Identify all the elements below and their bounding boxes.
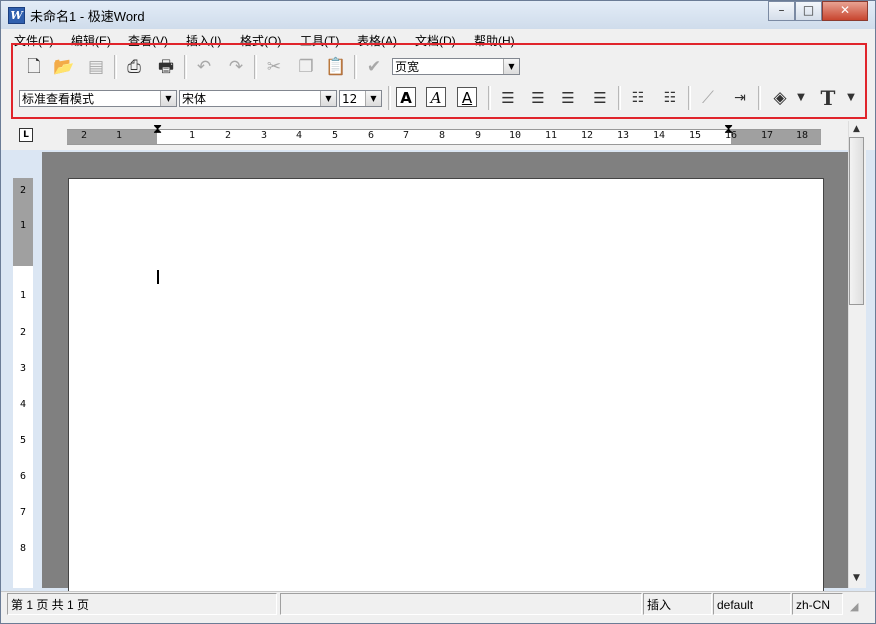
minimize-button[interactable]: – [768,1,795,21]
status-page-info: 第 1 页 共 1 页 [7,593,277,615]
ruler-label: 5 [332,130,339,141]
ruler-label: 8 [439,130,446,141]
status-insert-mode: 插入 [643,593,712,615]
ruler-label: 18 [796,130,809,141]
left-indent-marker[interactable]: ⧗ [153,122,162,137]
text-cursor [157,270,159,284]
ruler-label: 17 [761,130,774,141]
ruler-label: 2 [81,130,88,141]
toolbar-highlight-box [11,43,867,119]
ruler-label: 1 [20,290,27,301]
tab-stop-selector[interactable]: L [19,128,33,142]
ruler-label: 16 [725,130,738,141]
status-language: zh-CN [792,593,843,615]
ruler-label: 8 [20,543,27,554]
ruler-label: 4 [20,399,27,410]
document-page[interactable] [68,178,824,600]
ruler-label: 3 [261,130,268,141]
ruler-label: 12 [581,130,594,141]
ruler-label: 6 [20,471,27,482]
ruler-label: 5 [20,435,27,446]
window-title: 未命名1 - 极速Word [30,9,145,24]
maximize-button[interactable]: □ [795,1,822,21]
ruler-label: 1 [189,130,196,141]
ruler-label: 2 [20,327,27,338]
vertical-ruler[interactable] [13,178,33,588]
ruler-label: 15 [689,130,702,141]
scroll-up-icon[interactable]: ▲ [849,122,864,137]
ruler-label: 6 [368,130,375,141]
status-blank-panel [280,593,642,615]
ruler-label: 13 [617,130,630,141]
ruler-label: 9 [475,130,482,141]
ruler-label: 1 [116,130,123,141]
ruler-label: 7 [20,507,27,518]
ruler-label: 4 [296,130,303,141]
close-button[interactable]: ✕ [822,1,868,21]
ruler-label: 7 [403,130,410,141]
ruler-label: 14 [653,130,666,141]
ruler-label: 2 [20,185,27,196]
ruler-label: 2 [225,130,232,141]
ruler-label: 11 [545,130,558,141]
ruler-label: 1 [20,220,27,231]
word-app-icon: W [8,7,25,24]
scrollbar-thumb[interactable] [849,137,864,305]
ruler-label: 10 [509,130,522,141]
ruler-label: 3 [20,363,27,374]
scroll-down-icon[interactable]: ▼ [849,571,864,586]
resize-grip-icon[interactable]: ◢ [850,600,858,613]
status-style: default [713,593,791,615]
